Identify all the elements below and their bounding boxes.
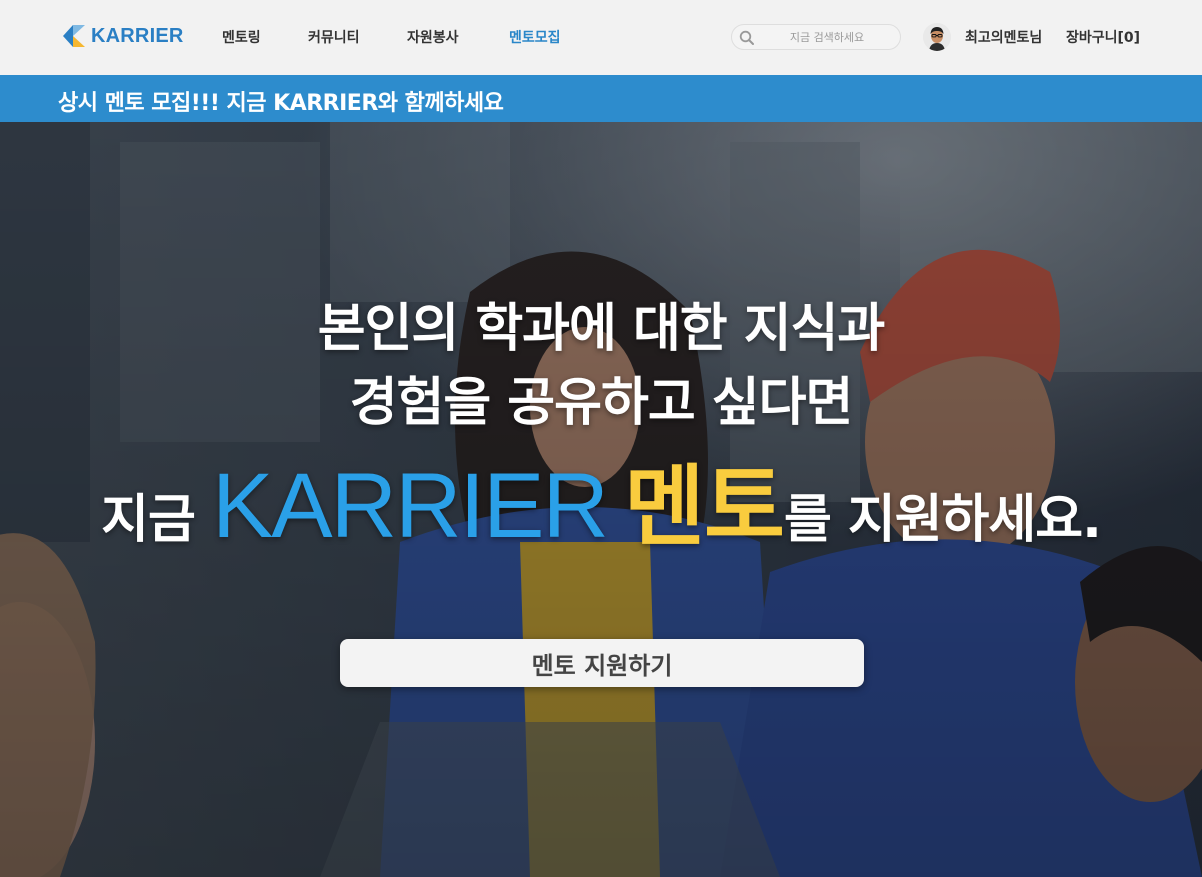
apply-mentor-button[interactable]: 멘토 지원하기 (340, 639, 864, 687)
search-box[interactable] (731, 24, 901, 50)
nav-item-mentoring[interactable]: 멘토링 (222, 27, 261, 47)
hero-line-2: 경험을 공유하고 싶다면 (349, 373, 854, 433)
hero-section: 본인의 학과에 대한 지식과 경험을 공유하고 싶다면 지금 KARRIER 멘… (0, 122, 1202, 877)
search-icon[interactable] (739, 30, 755, 46)
hero-line-1: 본인의 학과에 대한 지식과 (317, 299, 886, 359)
cart-link[interactable]: 장바구니[0] (1066, 27, 1140, 47)
hero-line-3-prefix: 지금 (101, 490, 212, 550)
user-name[interactable]: 최고의멘토님 (965, 27, 1042, 47)
avatar-icon (923, 23, 951, 51)
search-input[interactable] (760, 27, 894, 47)
nav-item-community[interactable]: 커뮤니티 (308, 27, 360, 47)
recruit-banner: 상시 멘토 모집!!! 지금 KARRIER와 함께하세요 (0, 75, 1202, 122)
hero-line-3: 지금 KARRIER 멘토를 지원하세요. (0, 436, 1202, 563)
logo-text: KARRIER (91, 24, 184, 47)
logo[interactable]: KARRIER (61, 22, 184, 50)
hero-line-3-suffix: 를 지원하세요. (783, 490, 1102, 550)
site-header: KARRIER 멘토링 커뮤니티 자원봉사 멘토모집 최고의멘토님 장바구니[0… (0, 0, 1202, 75)
karrier-logo-icon (63, 25, 85, 47)
hero-mentor-text: 멘토 (624, 455, 785, 558)
avatar[interactable] (923, 23, 951, 51)
hero-brand-text: KARRIER (211, 455, 609, 557)
banner-text: 상시 멘토 모집!!! 지금 KARRIER와 함께하세요 (58, 91, 504, 116)
nav-item-volunteer[interactable]: 자원봉사 (407, 27, 459, 47)
nav-item-mentor-recruit[interactable]: 멘토모집 (509, 27, 561, 47)
